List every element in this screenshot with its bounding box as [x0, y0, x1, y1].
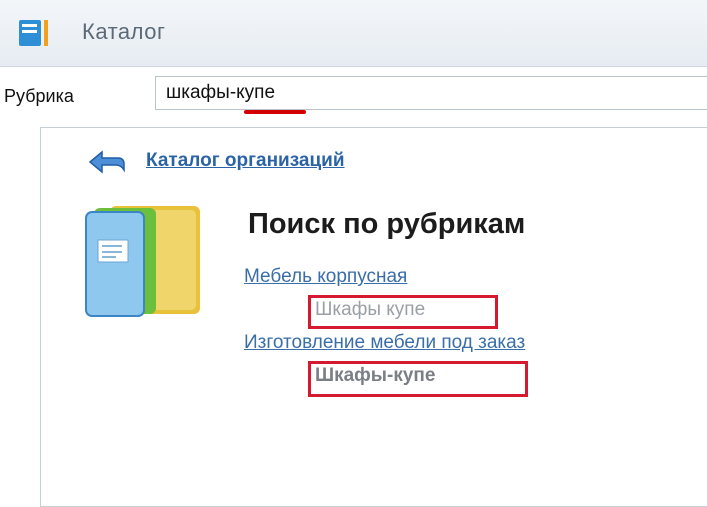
- window-titlebar: Каталог: [0, 0, 707, 67]
- catalog-icon: [19, 20, 48, 46]
- subcategory-wardrobes-2[interactable]: Шкафы-купе: [308, 361, 528, 397]
- search-heading: Поиск по рубрикам: [248, 208, 526, 240]
- catalog-organizations-link[interactable]: Каталог организаций: [146, 150, 345, 172]
- rubric-input[interactable]: [155, 76, 707, 110]
- rubric-label: Рубрика: [4, 86, 74, 106]
- subcategory-wardrobes-1[interactable]: Шкафы купе: [308, 295, 498, 329]
- category-link-custom-furniture[interactable]: Изготовление мебели под заказ: [244, 332, 525, 354]
- category-link-furniture[interactable]: Мебель корпусная: [244, 266, 407, 288]
- spellcheck-underline: [244, 110, 306, 114]
- back-arrow-icon[interactable]: [88, 150, 126, 174]
- folder-icon: [85, 206, 200, 317]
- window-title: Каталог: [82, 19, 166, 44]
